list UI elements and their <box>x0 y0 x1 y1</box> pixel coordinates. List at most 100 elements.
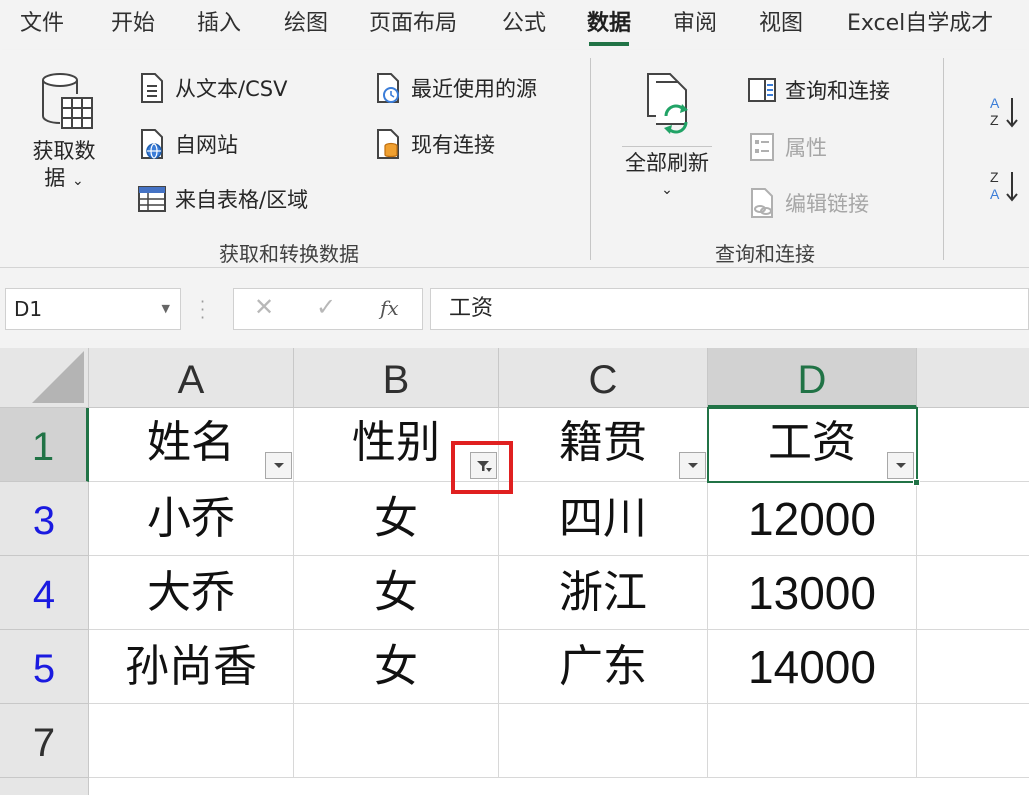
filter-dropdown-button[interactable] <box>265 452 292 479</box>
tab-page-layout[interactable]: 页面布局 <box>369 8 457 42</box>
table-cell[interactable]: 12000 <box>708 482 917 556</box>
tab-insert[interactable]: 插入 <box>197 8 241 42</box>
chevron-down-icon: ⌄ <box>661 182 673 198</box>
row-header[interactable]: 7 <box>0 704 89 778</box>
get-data-label-2: 据 <box>44 166 66 190</box>
get-data-label-1: 获取数 <box>32 139 96 163</box>
table-cell[interactable] <box>917 556 1029 630</box>
table-cell[interactable]: 四川 <box>499 482 708 556</box>
chevron-down-icon: ⌄ <box>71 173 84 189</box>
cancel-icon[interactable]: ✕ <box>254 293 274 321</box>
recent-sources-label: 最近使用的源 <box>411 77 537 101</box>
tab-review[interactable]: 审阅 <box>673 8 717 42</box>
worksheet-grid: A B C D 1 姓名 性别 籍贯 工资 3 小乔 女 四川 12000 4 … <box>0 348 1029 795</box>
table-cell[interactable] <box>917 704 1029 778</box>
tab-home[interactable]: 开始 <box>111 8 155 42</box>
from-text-csv-label: 从文本/CSV <box>175 77 288 101</box>
queries-connections-label: 查询和连接 <box>785 79 890 103</box>
row-header[interactable]: 4 <box>0 556 89 630</box>
confirm-icon[interactable]: ✓ <box>316 293 336 321</box>
svg-text:Z: Z <box>990 169 999 185</box>
properties-button[interactable]: 属性 <box>747 129 827 165</box>
web-file-icon <box>141 129 163 159</box>
column-header-c[interactable]: C <box>499 348 708 408</box>
filter-dropdown-button[interactable] <box>679 452 706 479</box>
edit-links-icon <box>751 188 773 218</box>
table-cell[interactable]: 工资 <box>708 408 917 482</box>
table-cell[interactable]: 浙江 <box>499 556 708 630</box>
table-cell[interactable]: 性别 <box>294 408 499 482</box>
database-table-icon <box>42 73 93 129</box>
edit-links-label: 编辑链接 <box>785 192 869 216</box>
formula-input[interactable]: 工资 <box>430 288 1029 330</box>
table-cell[interactable] <box>499 704 708 778</box>
from-table-range-button[interactable]: 来自表格/区域 <box>137 181 308 217</box>
table-cell[interactable]: 14000 <box>708 630 917 704</box>
existing-connections-button[interactable]: 现有连接 <box>373 126 495 162</box>
refresh-all-button[interactable]: 全部刷新 ⌄ <box>622 70 712 220</box>
row-header[interactable] <box>0 778 89 795</box>
tab-draw[interactable]: 绘图 <box>284 8 328 42</box>
table-cell[interactable]: 小乔 <box>89 482 294 556</box>
table-cell[interactable]: 姓名 <box>89 408 294 482</box>
table-cell[interactable]: 广东 <box>499 630 708 704</box>
fill-handle[interactable] <box>913 479 920 486</box>
column-header-d[interactable]: D <box>708 348 917 408</box>
row-header[interactable]: 1 <box>0 408 89 482</box>
column-header-b[interactable]: B <box>294 348 499 408</box>
filter-dropdown-button[interactable] <box>887 452 914 479</box>
properties-icon <box>750 133 774 161</box>
tab-excel-self-study[interactable]: Excel自学成才 <box>847 8 993 42</box>
ribbon-data: 获取数 据 ⌄ 从文本/CSV 自网站 来自表格/区域 最近使用的源 现有连接 … <box>0 50 1029 268</box>
table-cell[interactable]: 孙尚香 <box>89 630 294 704</box>
table-cell[interactable]: 女 <box>294 482 499 556</box>
table-cell[interactable]: 女 <box>294 556 499 630</box>
from-table-range-label: 来自表格/区域 <box>175 188 309 212</box>
ribbon-group-divider <box>590 58 591 260</box>
column-header-a[interactable]: A <box>89 348 294 408</box>
get-data-button[interactable]: 获取数 据 ⌄ <box>22 72 112 222</box>
connection-file-icon <box>377 129 399 159</box>
table-cell[interactable]: 大乔 <box>89 556 294 630</box>
table-cell[interactable]: 13000 <box>708 556 917 630</box>
edit-links-button[interactable]: 编辑链接 <box>747 185 869 221</box>
column-header-e[interactable] <box>917 348 1029 408</box>
tab-data[interactable]: 数据 <box>587 8 631 46</box>
queries-connections-button[interactable]: 查询和连接 <box>747 72 890 108</box>
ribbon-tab-bar: 文件 开始 插入 绘图 页面布局 公式 数据 审阅 视图 Excel自学成才 <box>0 0 1029 50</box>
group-queries-label: 查询和连接 <box>715 242 815 266</box>
select-all-button[interactable] <box>0 348 89 408</box>
table-cell[interactable] <box>89 704 294 778</box>
formula-bar-area: D1 ▼ · · · ✕ ✓ fx 工资 <box>0 268 1029 348</box>
properties-label: 属性 <box>785 136 827 160</box>
sort-descending-button[interactable]: Z A <box>988 166 1024 206</box>
table-cell[interactable] <box>708 704 917 778</box>
table-cell[interactable] <box>294 704 499 778</box>
row-header[interactable]: 5 <box>0 630 89 704</box>
tab-file[interactable]: 文件 <box>20 8 64 42</box>
ribbon-group-divider <box>943 58 944 260</box>
existing-connections-label: 现有连接 <box>411 133 495 157</box>
from-web-label: 自网站 <box>175 133 238 157</box>
sort-ascending-button[interactable]: A Z <box>988 92 1024 132</box>
filter-icon <box>477 461 492 472</box>
table-cell[interactable]: 籍贯 <box>499 408 708 482</box>
row-header[interactable]: 3 <box>0 482 89 556</box>
from-text-csv-button[interactable]: 从文本/CSV <box>137 70 287 106</box>
filter-applied-button[interactable] <box>470 452 497 479</box>
table-cell[interactable] <box>917 482 1029 556</box>
more-options-icon[interactable]: · · · <box>200 294 205 326</box>
recent-file-icon <box>377 73 399 103</box>
table-cell[interactable] <box>917 630 1029 704</box>
table-cell[interactable] <box>917 408 1029 482</box>
name-box[interactable]: D1 ▼ <box>5 288 181 330</box>
table-cell[interactable]: 女 <box>294 630 499 704</box>
recent-sources-button[interactable]: 最近使用的源 <box>373 70 537 106</box>
svg-text:A: A <box>990 186 1000 202</box>
refresh-all-label: 全部刷新 <box>625 151 709 175</box>
tab-formulas[interactable]: 公式 <box>502 8 546 42</box>
chevron-down-icon[interactable]: ▼ <box>162 289 170 329</box>
insert-function-icon[interactable]: fx <box>380 296 399 320</box>
tab-view[interactable]: 视图 <box>759 8 803 42</box>
from-web-button[interactable]: 自网站 <box>137 126 238 162</box>
